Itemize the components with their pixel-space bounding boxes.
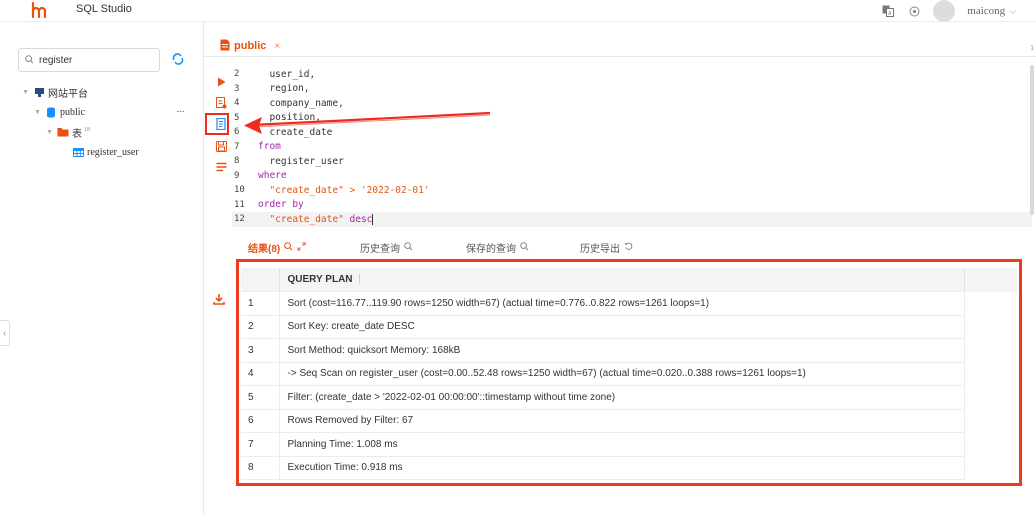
tree-node-public[interactable]: ▼ public ··· (0, 102, 204, 122)
tab-edge-number: 1 (1030, 45, 1034, 52)
tab-history-queries[interactable]: 历史查询 (360, 240, 413, 255)
result-tabs: 结果(8) 历史查询 保存的查询 历史导出 (232, 236, 1032, 258)
code-line: 5 position, (234, 112, 321, 124)
list-icon[interactable] (210, 158, 232, 176)
tree-node-tables[interactable]: ▼ 表 18 (0, 122, 204, 142)
code-line: 11 order by (234, 199, 304, 211)
avatar[interactable] (933, 0, 956, 22)
folder-icon (57, 126, 69, 138)
code-line-active: 12 "create_date" desc (232, 212, 1032, 227)
tree-node-register-user[interactable]: register_user (0, 142, 204, 162)
search-icon (404, 241, 413, 253)
format-icon[interactable] (210, 94, 232, 112)
tree-node-platform[interactable]: ▼ 网站平台 (0, 82, 204, 102)
tab-saved-queries[interactable]: 保存的查询 (466, 240, 529, 255)
save-icon[interactable] (210, 137, 232, 155)
settings-icon[interactable] (907, 4, 921, 18)
top-bar: SQL Studio A maicong ⌵ (0, 0, 1036, 22)
code-line: 9 where (234, 170, 287, 182)
svg-text:A: A (888, 11, 892, 17)
code-line: 10 "create_date" > '2022-02-01' (234, 184, 430, 196)
editor-scrollbar[interactable] (1030, 65, 1034, 215)
chevron-left-icon: ‹ (2, 327, 7, 339)
caret-down-icon[interactable]: ▼ (46, 128, 54, 136)
search-icon[interactable] (284, 241, 293, 253)
tab-results[interactable]: 结果(8) (248, 240, 306, 255)
sidebar: ▼ 网站平台 ▼ public ··· ▼ 表 18 reg (0, 22, 204, 516)
sidebar-collapse-handle[interactable]: ‹ (0, 320, 10, 346)
table-count-badge: 18 (84, 127, 90, 133)
search-icon (25, 53, 34, 67)
expand-icon[interactable] (297, 241, 306, 253)
editor-tab-bar: public × 1 (204, 33, 1036, 57)
translate-icon[interactable]: A (881, 4, 895, 18)
chevron-down-icon[interactable]: ⌵ (1009, 6, 1016, 17)
caret-down-icon[interactable]: ▼ (22, 88, 30, 96)
platform-icon (33, 86, 45, 98)
code-line: 7 from (234, 141, 281, 153)
table-icon (72, 146, 84, 158)
schema-tree: ▼ 网站平台 ▼ public ··· ▼ 表 18 register_user (0, 82, 204, 162)
tree-node-label: 表 (72, 128, 82, 140)
tree-node-label: public (60, 106, 85, 118)
tab-label: public (234, 40, 267, 52)
code-line: 6 create_date (234, 126, 333, 138)
sql-editor[interactable]: 2 user_id, 3 region, 4 company_name, 5 p… (232, 63, 1032, 229)
sql-file-icon (220, 39, 230, 54)
search-input[interactable] (39, 54, 149, 66)
more-options-icon[interactable]: ··· (176, 106, 185, 118)
run-icon[interactable] (210, 73, 232, 91)
user-name[interactable]: maicong (967, 5, 1005, 17)
code-line: 3 region, (234, 83, 310, 95)
app-logo[interactable] (30, 1, 48, 19)
results-highlight (236, 259, 1022, 486)
code-line: 8 register_user (234, 155, 344, 167)
refresh-icon (624, 242, 633, 253)
caret-down-icon[interactable]: ▼ (34, 108, 42, 116)
explain-button-highlight (205, 113, 229, 135)
database-icon (45, 106, 57, 118)
text-cursor (372, 213, 374, 225)
code-line: 2 user_id, (234, 68, 316, 80)
tree-node-label: 网站平台 (48, 88, 88, 100)
search-icon (520, 241, 529, 253)
tab-public[interactable]: public × (216, 36, 284, 56)
search-box[interactable] (18, 48, 160, 72)
app-title: SQL Studio (76, 3, 132, 15)
tree-node-label: register_user (87, 146, 139, 158)
refresh-icon[interactable] (172, 53, 186, 67)
code-line: 4 company_name, (234, 97, 344, 109)
close-icon[interactable]: × (274, 41, 280, 52)
download-icon[interactable] (213, 293, 227, 307)
tab-history-exports[interactable]: 历史导出 (580, 240, 633, 255)
